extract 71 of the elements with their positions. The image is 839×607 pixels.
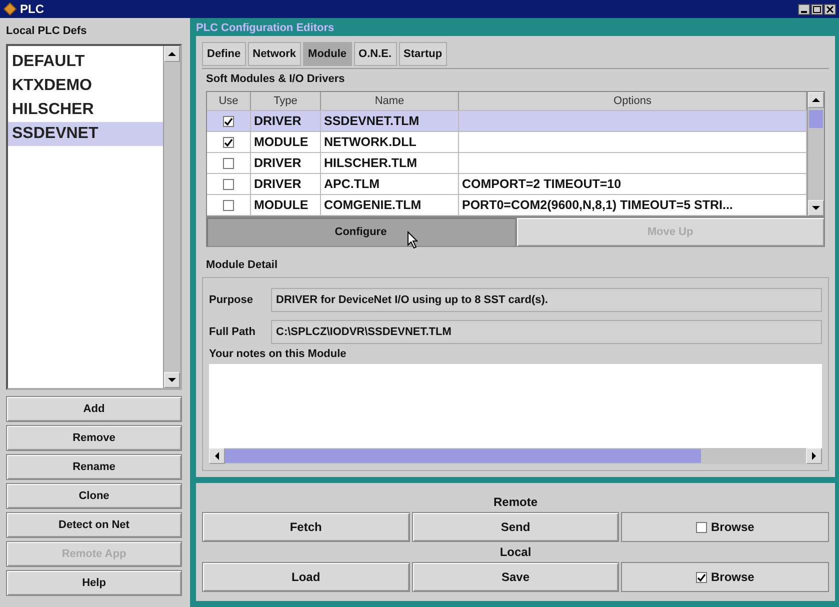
maximize-icon[interactable] [811, 4, 823, 14]
tab[interactable]: Network [248, 42, 302, 66]
transfer-button[interactable]: Save [412, 562, 620, 592]
panel-title: Local PLC Defs [6, 24, 88, 39]
list-item[interactable]: DEFAULT [8, 50, 163, 74]
text-field[interactable]: DRIVER for DeviceNet I/O using up to 8 SST card(s). [271, 288, 822, 312]
pointer-icon [407, 231, 419, 249]
table-cell: HILSCHER.TLM [321, 153, 459, 173]
sidebar-button[interactable]: Detect on Net [6, 512, 182, 538]
checkbox[interactable] [223, 136, 234, 148]
table-row[interactable]: MODULE COMGENIE.TLM PORT0=COM2(9600,N,8,1) TIMEOUT=5 STRI... [207, 195, 807, 216]
list-item[interactable]: HILSCHER [8, 98, 163, 122]
scrollbar[interactable] [807, 92, 824, 216]
table-cell: MODULE [251, 132, 321, 152]
tab[interactable]: Module [303, 42, 352, 66]
scroll-thumb[interactable] [225, 449, 702, 463]
field-label: Purpose [209, 294, 254, 306]
tab[interactable]: Startup [398, 42, 448, 66]
scroll-thumb[interactable] [809, 110, 823, 128]
tab[interactable]: O.N.E. [354, 42, 397, 66]
table-cell: SSDEVNET.TLM [321, 111, 459, 131]
checkbox[interactable] [223, 178, 234, 190]
action-button[interactable]: Configure [206, 217, 516, 247]
group-title: Your notes on this Module [209, 348, 348, 362]
table-cell: COMGENIE.TLM [321, 195, 459, 215]
scrollbar[interactable] [163, 46, 180, 388]
checkbox[interactable] [223, 116, 234, 126]
transfer-button[interactable]: Send [412, 512, 620, 542]
table-cell: PORT0=COM2(9600,N,8,1) TIMEOUT=5 STRI... [462, 198, 733, 212]
tab[interactable]: Define [202, 42, 246, 66]
window-title: PLC [20, 2, 44, 16]
column-header[interactable]: Use [207, 92, 251, 110]
table-cell: DRIVER [251, 153, 321, 173]
minimize-icon[interactable] [798, 4, 810, 14]
group-title: Soft Modules & I/O Drivers [205, 72, 346, 87]
table-row[interactable]: MODULE NETWORK.DLL [207, 132, 807, 153]
table-cell: NETWORK.DLL [321, 132, 459, 152]
table-cell: DRIVER [251, 111, 321, 131]
scrollbar[interactable] [209, 448, 822, 464]
group-title: Module Detail [205, 258, 279, 273]
transfer-button[interactable]: Fetch [202, 512, 410, 542]
sidebar-button[interactable]: Add [6, 396, 182, 422]
field-label: Full Path [209, 326, 256, 338]
panel-title: PLC Configuration Editors [196, 21, 336, 36]
close-icon[interactable] [824, 4, 836, 14]
table-cell: DRIVER [251, 174, 321, 194]
table-row[interactable]: DRIVER HILSCHER.TLM [207, 153, 807, 174]
column-header[interactable]: Name [321, 92, 459, 110]
transfer-button[interactable]: Load [202, 562, 410, 592]
table-cell: APC.TLM [321, 174, 459, 194]
group-title: Remote [493, 495, 538, 509]
table-cell: COMPORT=2 TIMEOUT=10 [462, 177, 622, 191]
table-cell: MODULE [251, 195, 321, 215]
table-row[interactable]: DRIVER APC.TLM COMPORT=2 TIMEOUT=10 [207, 174, 807, 195]
table-row[interactable]: DRIVER SSDEVNET.TLM [207, 111, 807, 132]
sidebar-button[interactable]: Clone [6, 483, 182, 509]
checkbox[interactable] [223, 158, 234, 168]
checkbox[interactable] [223, 200, 234, 210]
list-item[interactable]: SSDEVNET [8, 122, 163, 146]
checkbox[interactable] [696, 572, 707, 582]
list-item[interactable]: KTXDEMO [8, 74, 163, 98]
group-title: Local [500, 545, 532, 559]
sidebar-button[interactable]: Help [6, 570, 182, 596]
checkbox-label: Browse [711, 520, 754, 534]
text-field[interactable]: C:\SPLCZ\IODVR\SSDEVNET.TLM [271, 320, 822, 344]
checkbox-label: Browse [711, 570, 754, 584]
column-header[interactable]: Type [251, 92, 321, 110]
sidebar-button[interactable]: Remove [6, 425, 182, 451]
sidebar-button[interactable]: Rename [6, 454, 182, 480]
app-icon [3, 2, 17, 16]
checkbox[interactable] [696, 522, 707, 532]
